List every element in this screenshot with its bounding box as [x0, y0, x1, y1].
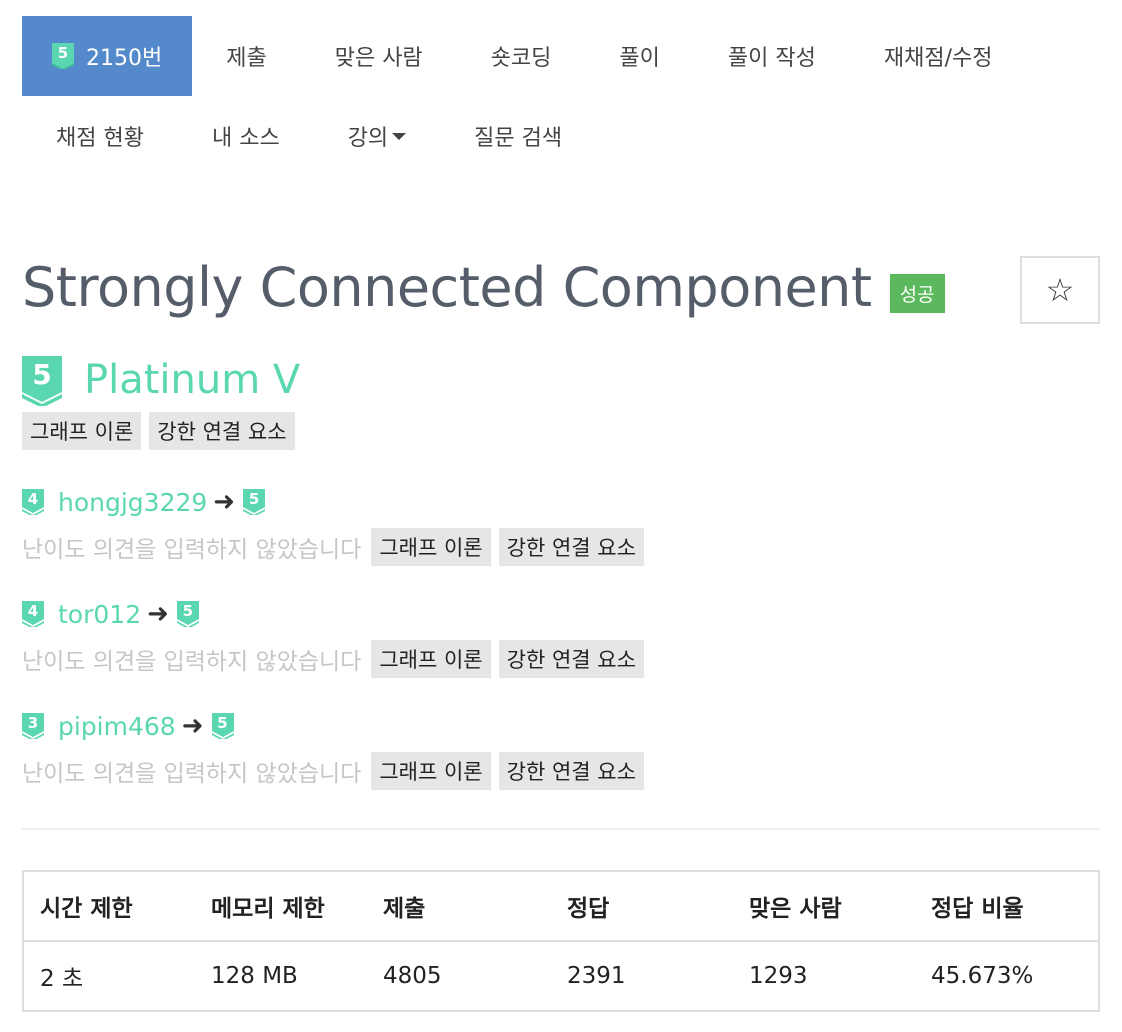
nav-short-coding[interactable]: 숏코딩 [457, 16, 586, 96]
tag[interactable]: 강한 연결 요소 [498, 752, 644, 790]
nav-write-solution[interactable]: 풀이 작성 [694, 16, 850, 96]
table-header: 제출 [367, 871, 551, 942]
opinion-user-link[interactable]: tor012 [58, 600, 141, 629]
problem-nav: 5 2150번 제출 맞은 사람 숏코딩 풀이 풀이 작성 재채점/수정 채점 … [22, 16, 1102, 176]
table-header: 정답 [551, 871, 733, 942]
table-cell: 1293 [749, 963, 808, 989]
tier-badge-icon: 3 [22, 713, 44, 739]
table-header-row: 시간 제한 메모리 제한 제출 정답 맞은 사람 정답 비율 [23, 871, 1099, 942]
nav-lectures-label: 강의 [347, 126, 389, 151]
tag[interactable]: 그래프 이론 [22, 412, 142, 450]
star-icon: ☆ [1045, 271, 1075, 309]
nav-solutions[interactable]: 풀이 [585, 16, 693, 96]
problem-title: Strongly Connected Component [22, 256, 872, 319]
tag[interactable]: 강한 연결 요소 [498, 528, 644, 566]
tier-badge-icon: 5 [22, 356, 62, 408]
star-button[interactable]: ☆ [1020, 256, 1100, 324]
nav-lectures[interactable]: 강의 [314, 96, 440, 176]
opinion-comment: 난이도 의견을 입력하지 않았습니다 [22, 649, 362, 675]
tag[interactable]: 그래프 이론 [371, 640, 491, 678]
problem-number-label: 2150번 [86, 46, 163, 71]
caret-down-icon [392, 132, 407, 140]
table-cell: 2391 [567, 963, 626, 989]
tier-badge-icon: 5 [176, 601, 199, 627]
difficulty-opinion: 3 pipim468 ➜ 5 난이도 의견을 입력하지 않았습니다 그래프 이론… [22, 708, 652, 790]
difficulty-opinion: 4 hongjg3229 ➜ 5 난이도 의견을 입력하지 않았습니다 그래프 … [22, 484, 652, 566]
tier-badge-icon: 4 [22, 489, 44, 515]
opinion-user-link[interactable]: pipim468 [58, 712, 176, 741]
tier-badge-icon: 4 [22, 601, 44, 627]
status-badge: 성공 [889, 274, 945, 313]
arrow-right-icon: ➜ [147, 599, 169, 629]
nav-submit[interactable]: 제출 [192, 16, 300, 96]
table-cell: 2 초 [40, 966, 84, 992]
nav-rejudge[interactable]: 재채점/수정 [850, 16, 1027, 96]
nav-problem-number[interactable]: 5 2150번 [22, 16, 193, 96]
nav-my-source[interactable]: 내 소스 [178, 96, 314, 176]
tag[interactable]: 그래프 이론 [371, 528, 491, 566]
table-row: 2 초 128 MB 4805 2391 1293 45.673% [23, 941, 1099, 1011]
nav-question-search[interactable]: 질문 검색 [440, 96, 596, 176]
arrow-right-icon: ➜ [213, 487, 236, 517]
tag[interactable]: 강한 연결 요소 [149, 412, 295, 450]
tier-badge-icon: 5 [243, 489, 266, 515]
problem-tier: 5 Platinum V [22, 356, 301, 408]
tag[interactable]: 그래프 이론 [371, 752, 491, 790]
opinion-comment: 난이도 의견을 입력하지 않았습니다 [22, 537, 362, 563]
table-cell: 4805 [383, 963, 442, 989]
title-row: Strongly Connected Component 성공 [22, 256, 945, 319]
table-header: 메모리 제한 [195, 871, 367, 942]
table-cell: 45.673% [931, 963, 1034, 989]
table-header: 시간 제한 [23, 871, 195, 942]
tier-badge-icon: 5 [52, 43, 74, 69]
tag[interactable]: 강한 연결 요소 [498, 640, 644, 678]
difficulty-opinion: 4 tor012 ➜ 5 난이도 의견을 입력하지 않았습니다 그래프 이론 강한… [22, 596, 652, 678]
table-header: 정답 비율 [915, 871, 1099, 942]
divider [22, 828, 1100, 830]
tier-name: Platinum V [84, 357, 301, 403]
arrow-right-icon: ➜ [181, 711, 204, 741]
nav-status[interactable]: 채점 현황 [22, 96, 178, 176]
opinion-comment: 난이도 의견을 입력하지 않았습니다 [22, 761, 362, 787]
tier-badge-icon: 5 [211, 713, 234, 739]
opinion-user-link[interactable]: hongjg3229 [58, 488, 207, 517]
problem-info-table: 시간 제한 메모리 제한 제출 정답 맞은 사람 정답 비율 2 초 128 M… [22, 870, 1100, 1012]
nav-correct-users[interactable]: 맞은 사람 [301, 16, 457, 96]
table-header: 맞은 사람 [733, 871, 915, 942]
algorithm-tags: 그래프 이론 강한 연결 요소 [22, 412, 303, 450]
table-cell: 128 MB [211, 963, 298, 989]
